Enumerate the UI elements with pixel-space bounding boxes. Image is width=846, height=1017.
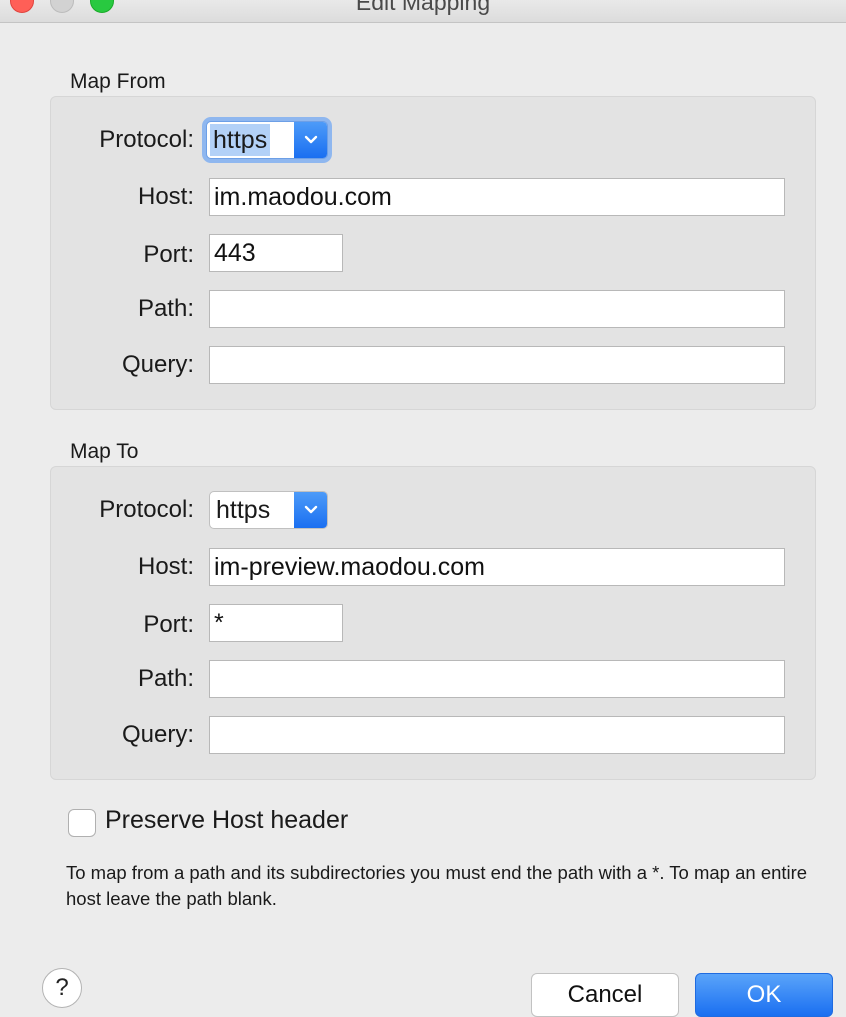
preserve-host-checkbox[interactable] (68, 809, 96, 837)
map-from-protocol-select[interactable]: https (206, 121, 328, 159)
map-to-host-field[interactable] (209, 548, 785, 586)
map-from-label: Map From (70, 70, 166, 93)
map-from-port-field[interactable] (209, 234, 343, 272)
map-from-path-label: Path: (137, 295, 194, 322)
map-to-port-label: Port: (143, 611, 194, 638)
map-from-path-field[interactable] (209, 290, 785, 328)
map-from-protocol-label: Protocol: (99, 126, 194, 153)
map-from-query-field[interactable] (209, 346, 785, 384)
ok-button[interactable]: OK (695, 973, 833, 1017)
map-to-query-label: Query: (121, 721, 194, 748)
map-from-query-label: Query: (121, 351, 194, 378)
map-to-protocol-select[interactable]: https (209, 491, 328, 529)
question-mark-icon: ? (55, 974, 69, 1001)
map-to-port-field[interactable] (209, 604, 343, 642)
map-to-host-label: Host: (137, 553, 194, 580)
window-title: Edit Mapping (355, 0, 491, 15)
chevron-down-icon (294, 492, 327, 528)
map-to-protocol-label: Protocol: (99, 496, 194, 523)
preserve-host-label[interactable]: Preserve Host header (105, 806, 348, 835)
map-from-host-label: Host: (137, 183, 194, 210)
map-to-path-field[interactable] (209, 660, 785, 698)
map-to-protocol-value: https (216, 496, 271, 524)
map-from-host-field[interactable] (209, 178, 785, 216)
map-to-path-label: Path: (137, 665, 194, 692)
chevron-down-icon (294, 122, 327, 158)
map-to-label: Map To (70, 440, 139, 463)
cancel-button[interactable]: Cancel (531, 973, 679, 1017)
map-to-query-field[interactable] (209, 716, 785, 754)
map-from-port-label: Port: (143, 241, 194, 268)
map-from-protocol-value: https (210, 124, 271, 156)
help-note: To map from a path and its subdirectorie… (66, 862, 808, 909)
help-button[interactable]: ? (42, 968, 82, 1008)
title-bar: Edit Mapping (0, 0, 846, 23)
